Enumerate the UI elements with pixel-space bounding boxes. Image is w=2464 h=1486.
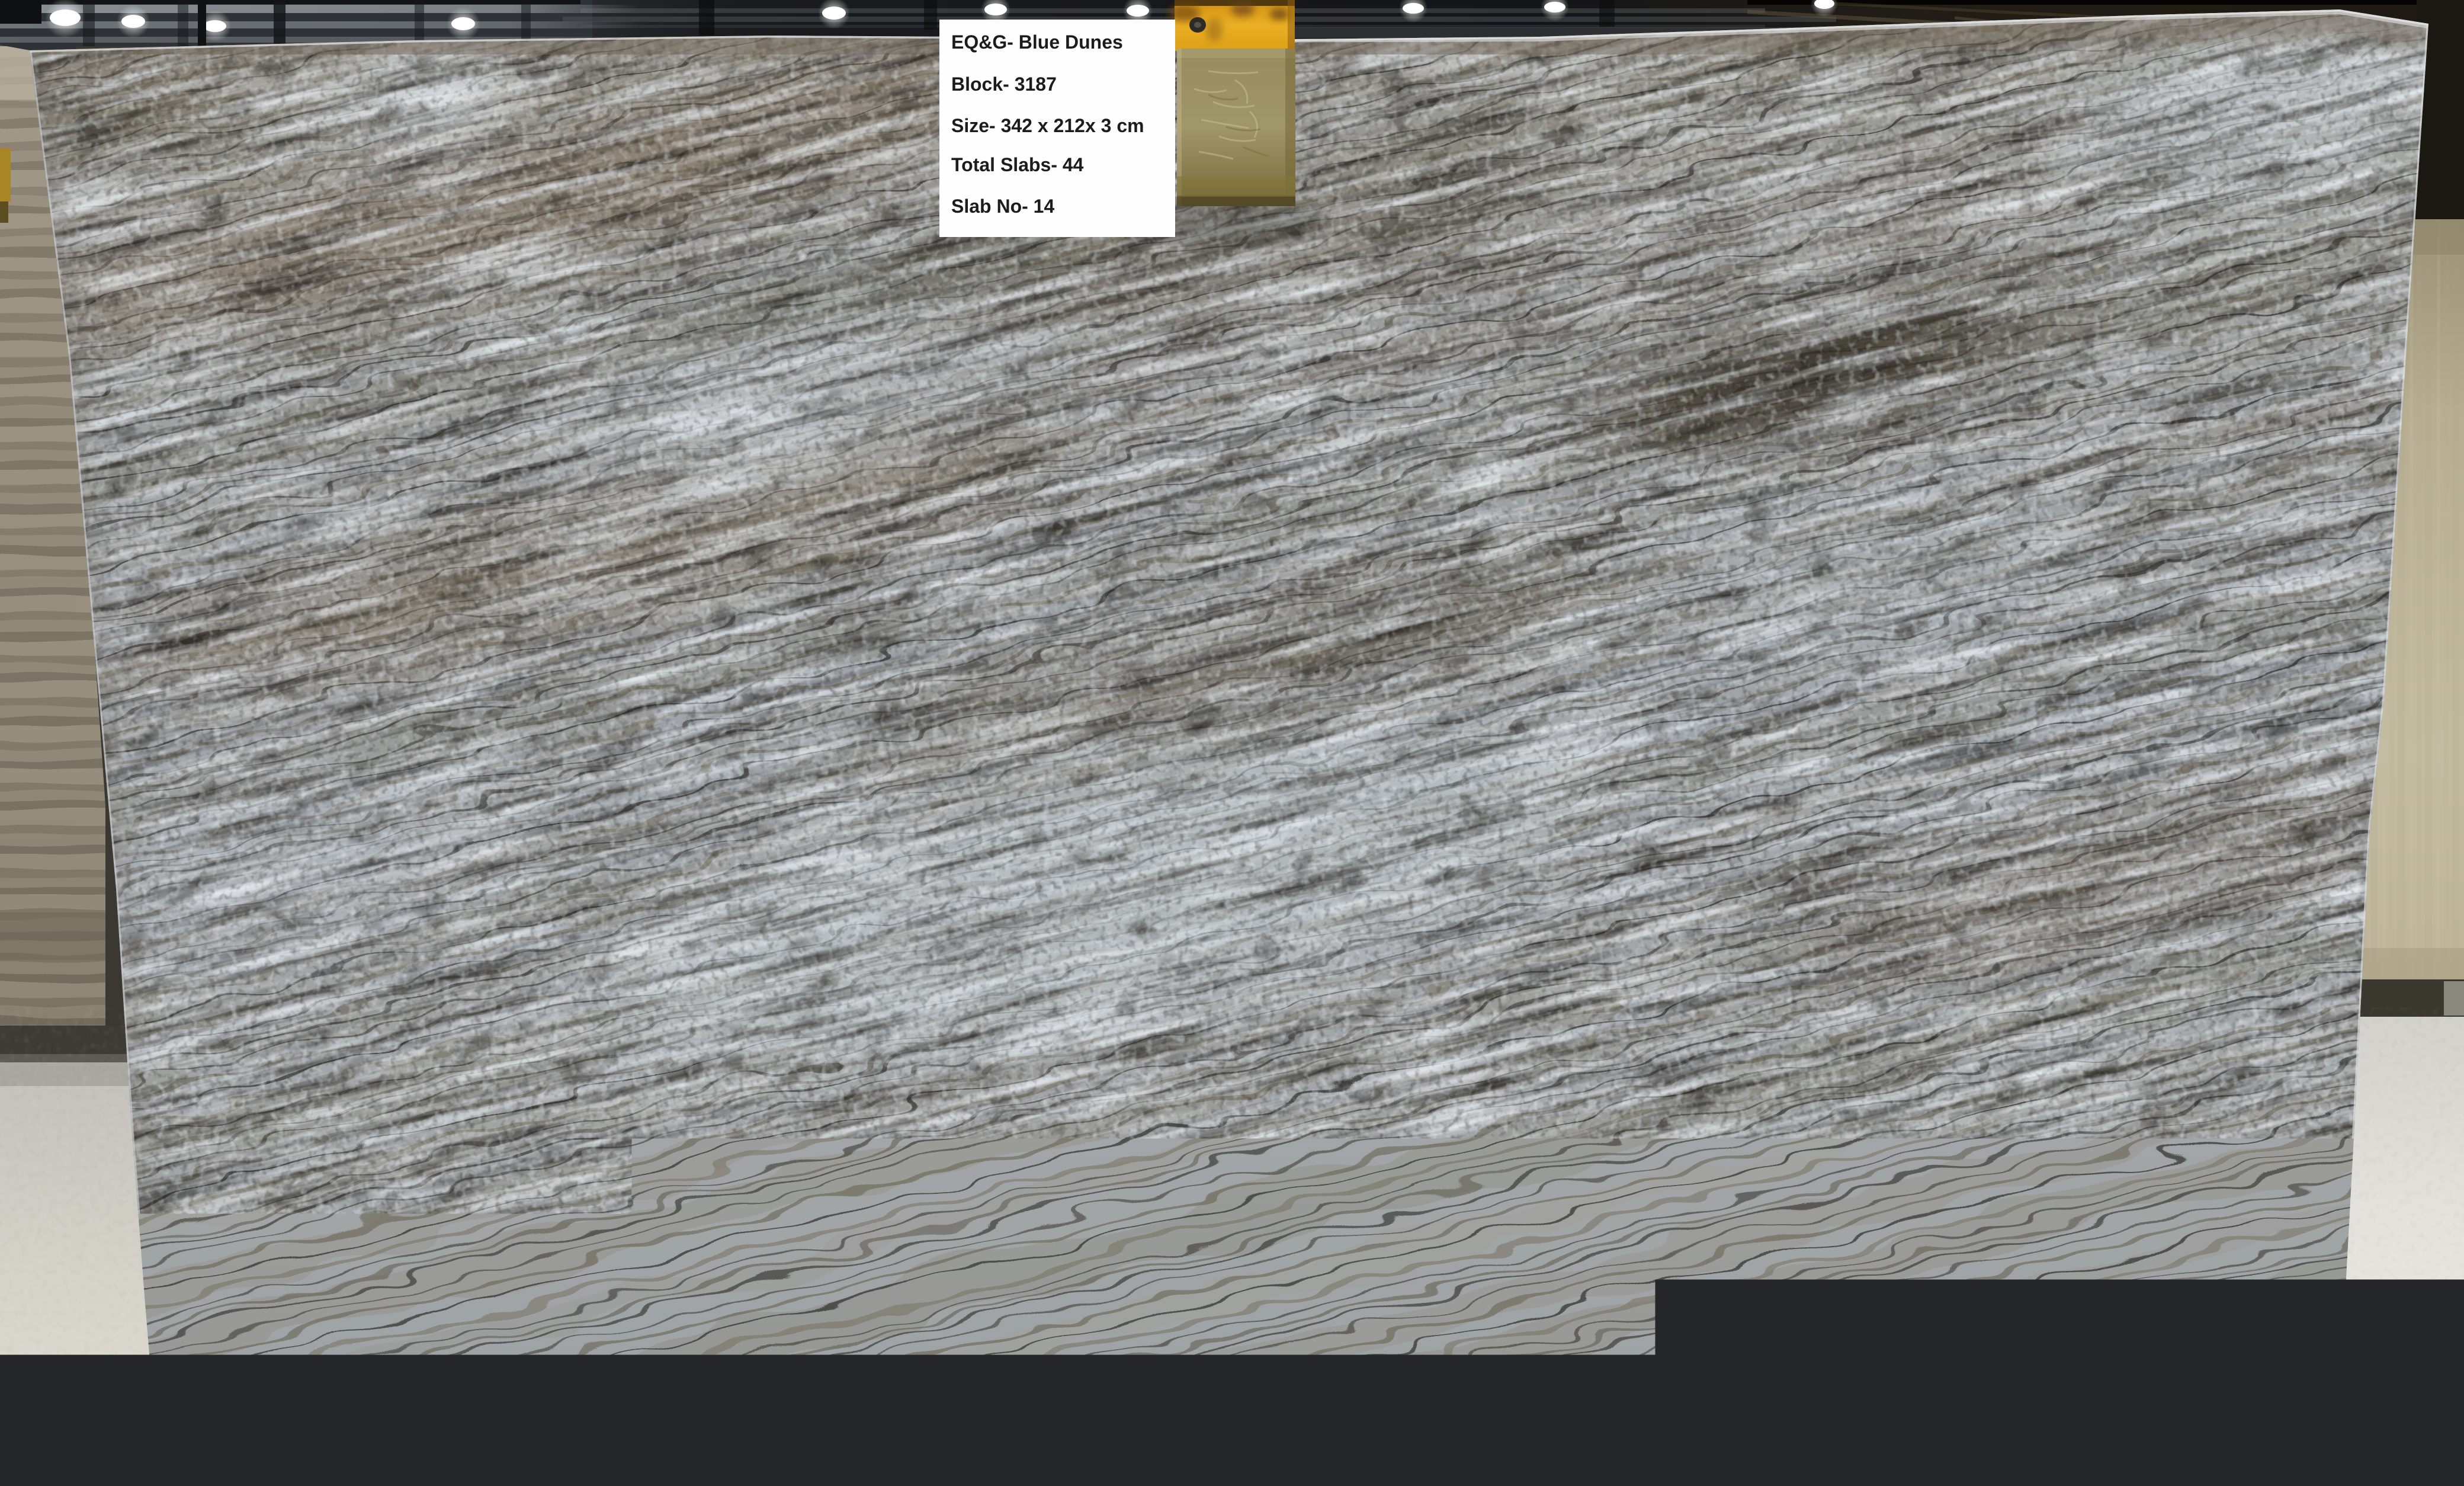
svg-text:Slab No- 14: Slab No- 14	[951, 196, 1054, 217]
svg-text:Block- 3187: Block- 3187	[951, 73, 1057, 95]
svg-text:EQ&G- Blue Dunes: EQ&G- Blue Dunes	[951, 31, 1123, 53]
svg-text:Total Slabs- 44: Total Slabs- 44	[951, 154, 1084, 175]
svg-text:Size- 342 x 212x 3 cm: Size- 342 x 212x 3 cm	[951, 115, 1144, 136]
